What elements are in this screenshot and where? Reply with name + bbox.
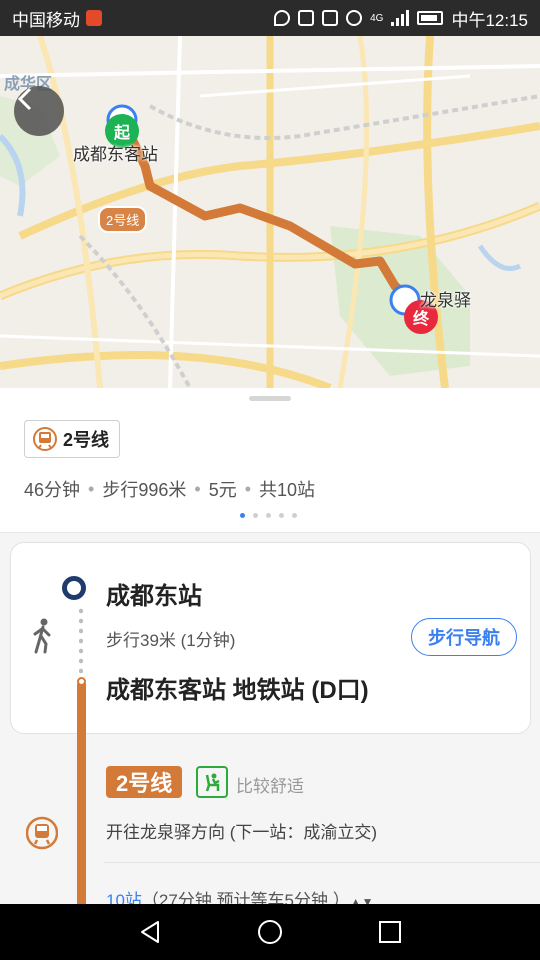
metro-direction: 开往龙泉驿方向 (下一站：成渝立交) — [106, 823, 378, 842]
metro-train-icon — [33, 427, 57, 451]
pager-dot[interactable] — [292, 513, 297, 518]
clock-label: 中午12:15 — [451, 10, 528, 30]
summary-fare: 5元 — [208, 480, 237, 500]
vibrate-icon — [322, 10, 339, 26]
pager-dot[interactable] — [279, 513, 284, 518]
metro-train-icon — [26, 816, 58, 850]
summary-stops: 共10站 — [259, 480, 316, 500]
comfort-label: 比较舒适 — [236, 777, 304, 796]
seat-icon — [196, 766, 228, 798]
pager-dot[interactable] — [266, 513, 271, 518]
signal-icon — [391, 10, 410, 26]
board-stop-marker — [77, 677, 86, 686]
sheet-drag-handle[interactable] — [249, 396, 291, 401]
location-icon — [274, 10, 291, 26]
walk-path-dots — [79, 606, 83, 680]
walk-info: 步行39米 (1分钟) — [106, 631, 236, 650]
back-button[interactable] — [14, 86, 64, 136]
start-stop-marker — [62, 576, 86, 600]
summary-walk: 步行996米 — [102, 480, 187, 500]
carrier-label: 中国移动 — [12, 10, 80, 30]
battery-icon — [417, 11, 444, 25]
pager-dot[interactable] — [240, 513, 245, 518]
network-type-label: 4G — [370, 12, 384, 24]
line-chip[interactable]: 2号线 — [24, 420, 121, 458]
metro-line-badge: 2号线 — [106, 766, 183, 798]
route-pager — [240, 513, 297, 518]
status-bar: 中国移动 4G 中午12:15 — [0, 0, 540, 36]
map-line-tag: 2号线 — [98, 206, 148, 233]
walk-to-station: 成都东客站 地铁站 (D口) — [106, 677, 369, 704]
metro-line-rail — [77, 680, 86, 904]
start-station-label: 成都东客站 — [73, 145, 158, 164]
walk-from-station: 成都东站 — [106, 583, 202, 610]
route-summary: 46分钟 • 步行996米 • 5元 • 共10站 — [24, 476, 315, 502]
walk-icon — [33, 618, 51, 654]
walk-navigation-button[interactable]: 步行导航 — [411, 618, 517, 656]
line-chip-label: 2号线 — [63, 430, 110, 450]
pager-dot[interactable] — [253, 513, 258, 518]
nav-recent-icon[interactable] — [376, 918, 404, 946]
map-canvas — [0, 36, 540, 388]
route-map[interactable]: 成华区 起 成都东客站 2号线 终 龙泉驿 — [0, 36, 540, 388]
nfc-icon — [298, 10, 315, 26]
divider — [104, 862, 540, 863]
alarm-icon — [346, 10, 363, 26]
back-arrow-icon — [17, 87, 32, 111]
nav-home-icon[interactable] — [256, 918, 284, 946]
system-nav-bar — [0, 904, 540, 960]
end-station-label: 龙泉驿 — [420, 291, 471, 310]
summary-duration: 46分钟 — [24, 480, 81, 500]
route-detail-sheet: 2号线 46分钟 • 步行996米 • 5元 • 共10站 成都东站 步行39米… — [0, 388, 540, 910]
notification-badge-icon — [86, 10, 102, 26]
nav-back-icon[interactable] — [136, 918, 164, 946]
